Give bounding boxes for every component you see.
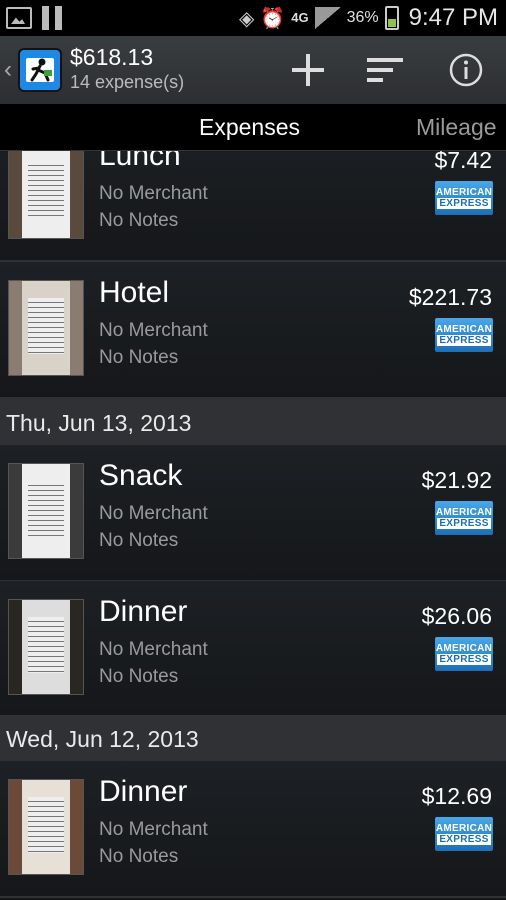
expense-row[interactable]: Hotel No Merchant No Notes $221.73 AMERI… (0, 262, 506, 399)
amex-card-icon: AMERICAN EXPRESS (435, 637, 493, 671)
expense-row[interactable]: Dinner No Merchant No Notes $12.69 AMERI… (0, 761, 506, 898)
vibrate-icon: ◈ (238, 7, 255, 30)
expense-merchant: No Merchant (99, 819, 208, 840)
expense-title: Dinner (99, 595, 188, 628)
alarm-icon: ⏰ (260, 7, 286, 30)
expense-title: Snack (99, 459, 183, 492)
clock: 9:47 PM (408, 4, 498, 31)
expense-merchant: No Merchant (99, 503, 208, 524)
date-section-header: Wed, Jun 12, 2013 (0, 715, 506, 761)
status-bar: ◈ ⏰ 4G 36% 9:47 PM (0, 0, 506, 36)
app-logo[interactable] (18, 48, 62, 92)
expense-notes: No Notes (99, 347, 179, 368)
running-man-icon (26, 58, 54, 82)
tab-bar: Expenses Mileage (0, 104, 506, 151)
expense-title: Lunch (99, 151, 181, 172)
expense-amount: $7.42 (434, 151, 492, 173)
expense-notes: No Notes (99, 530, 179, 551)
total-amount: $618.13 (70, 44, 154, 70)
expense-list: Lunch No Merchant No Notes $7.42 AMERICA… (0, 151, 506, 900)
network-type: 4G (291, 10, 309, 25)
expense-notes: No Notes (99, 210, 179, 231)
expense-merchant: No Merchant (99, 320, 208, 341)
tab-expenses[interactable]: Expenses (199, 114, 300, 141)
expense-merchant: No Merchant (99, 639, 208, 660)
info-button[interactable] (446, 50, 486, 90)
tab-mileage[interactable]: Mileage (416, 114, 497, 141)
info-icon (449, 53, 483, 87)
action-bar: ‹ $618.13 14 expense(s) (0, 36, 506, 104)
expense-notes: No Notes (99, 666, 179, 687)
sort-button[interactable] (366, 50, 406, 90)
section-date: Thu, Jun 13, 2013 (6, 410, 192, 436)
sort-icon (367, 58, 403, 82)
gallery-notification-icon (6, 7, 32, 29)
receipt-thumbnail (8, 463, 84, 559)
pause-notification-icon (42, 6, 62, 30)
back-caret-icon[interactable]: ‹ (4, 56, 12, 84)
amex-card-icon: AMERICAN EXPRESS (435, 181, 493, 215)
date-section-header: Thu, Jun 13, 2013 (0, 399, 506, 445)
plus-icon (292, 54, 324, 86)
amex-card-icon: AMERICAN EXPRESS (435, 817, 493, 851)
expense-amount: $21.92 (421, 467, 492, 493)
section-date: Wed, Jun 12, 2013 (6, 726, 199, 752)
receipt-thumbnail (8, 599, 84, 695)
receipt-thumbnail (8, 151, 84, 239)
receipt-thumbnail (8, 779, 84, 875)
expense-merchant: No Merchant (99, 183, 208, 204)
expense-count: 14 expense(s) (70, 72, 185, 92)
add-expense-button[interactable] (288, 50, 328, 90)
expense-title: Dinner (99, 775, 188, 808)
expense-amount: $12.69 (421, 783, 492, 809)
expense-row[interactable]: Lunch No Merchant No Notes $7.42 AMERICA… (0, 151, 506, 262)
expense-amount: $221.73 (408, 284, 492, 310)
battery-percent: 36% (346, 9, 379, 26)
battery-icon (384, 6, 399, 30)
amex-card-icon: AMERICAN EXPRESS (435, 318, 493, 352)
expense-notes: No Notes (99, 846, 179, 867)
receipt-thumbnail (8, 280, 84, 376)
expense-title: Hotel (99, 276, 170, 309)
expense-row[interactable]: Snack No Merchant No Notes $21.92 AMERIC… (0, 445, 506, 582)
amex-card-icon: AMERICAN EXPRESS (435, 501, 493, 535)
expense-amount: $26.06 (421, 603, 492, 629)
expense-row[interactable]: Dinner No Merchant No Notes $26.06 AMERI… (0, 581, 506, 718)
signal-icon (314, 7, 341, 29)
